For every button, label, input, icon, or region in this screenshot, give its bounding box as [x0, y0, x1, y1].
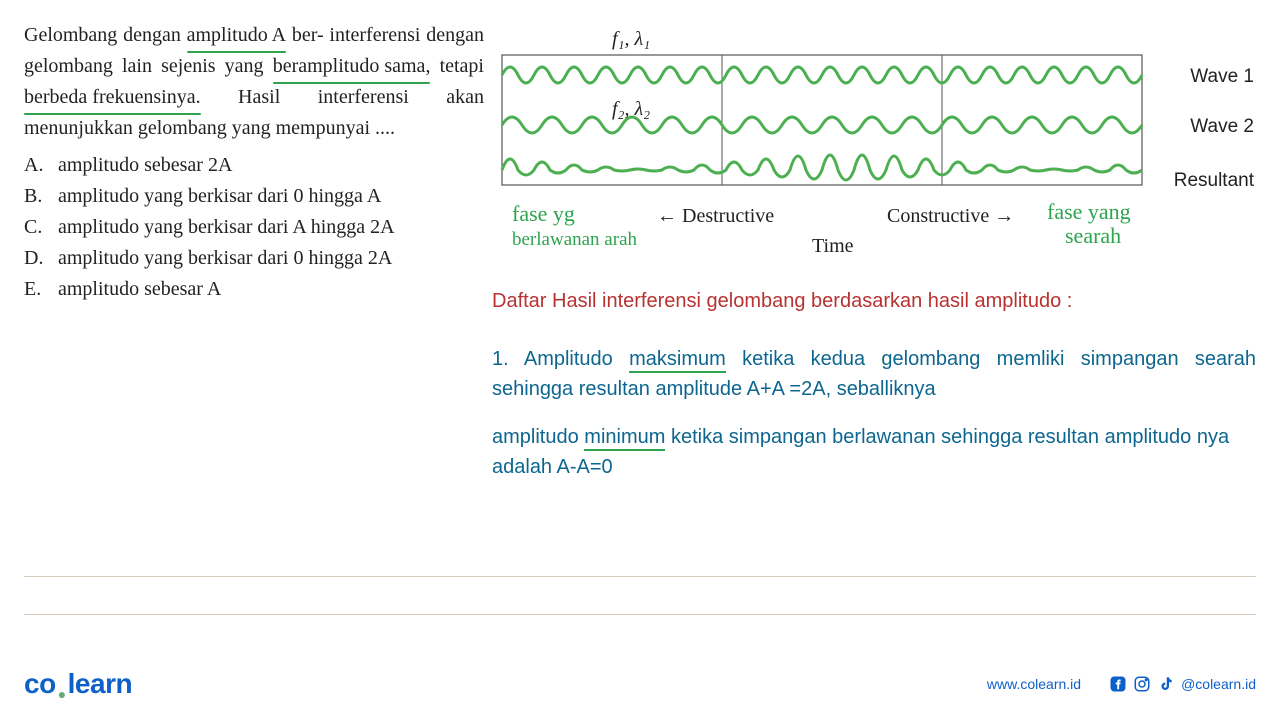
- options-list: A.amplitudo sebesar 2A B.amplitudo yang …: [24, 150, 484, 305]
- underline-amplitudo: amplitudo A: [187, 20, 286, 51]
- handwrite-constructive: fase yangsearah: [1047, 200, 1131, 248]
- wave2-label: Wave 2: [1190, 116, 1254, 138]
- handwrite-destructive: fase ygberlawanan arah: [512, 202, 637, 251]
- time-label: Time: [812, 235, 854, 258]
- explanation-header: Daftar Hasil interferensi gelombang berd…: [492, 286, 1256, 316]
- resultant-label: Resultant: [1174, 170, 1254, 192]
- tiktok-icon: [1157, 675, 1175, 693]
- option-e: E.amplitudo sebesar A: [24, 274, 484, 305]
- option-a: A.amplitudo sebesar 2A: [24, 150, 484, 181]
- rule-line: [24, 576, 1256, 577]
- instagram-icon: [1133, 675, 1151, 693]
- footer-url: www.colearn.id: [987, 676, 1081, 692]
- option-c: C.amplitudo yang berkisar dari A hingga …: [24, 212, 484, 243]
- underline-frekuensi: berbeda frekuensinya.: [24, 82, 201, 113]
- wave-svg: [492, 20, 1172, 200]
- footer-handle: @colearn.id: [1181, 676, 1256, 692]
- destructive-label: Destructive: [657, 205, 774, 228]
- wave1-label: Wave 1: [1190, 66, 1254, 88]
- underline-beramplitudo: beramplitudo sama,: [273, 51, 431, 82]
- f1-label: f₁, λ₁: [612, 28, 650, 51]
- option-b: B.amplitudo yang berkisar dari 0 hingga …: [24, 181, 484, 212]
- facebook-icon: [1109, 675, 1127, 693]
- logo: co●learn: [24, 668, 132, 700]
- question-column: Gelombang dengan amplitudo A ber- interf…: [24, 20, 484, 482]
- social-icons: @colearn.id: [1109, 675, 1256, 693]
- wave-diagram: f₁, λ₁ f₂, λ₂ Wave 1 Wave 2 Resultant De…: [492, 20, 1256, 230]
- explanation-column: f₁, λ₁ f₂, λ₂ Wave 1 Wave 2 Resultant De…: [492, 20, 1256, 482]
- constructive-label: Constructive: [887, 205, 1014, 228]
- explanation-p1: 1. Amplitudo maksimum ketika kedua gelom…: [492, 344, 1256, 404]
- f2-label: f₂, λ₂: [612, 98, 650, 121]
- rule-line: [24, 614, 1256, 615]
- option-d: D.amplitudo yang berkisar dari 0 hingga …: [24, 243, 484, 274]
- footer: co●learn www.colearn.id @colearn.id: [24, 668, 1256, 700]
- explanation-p2: amplitudo minimum ketika simpangan berla…: [492, 422, 1256, 482]
- question-text: Gelombang dengan amplitudo A ber- interf…: [24, 20, 484, 144]
